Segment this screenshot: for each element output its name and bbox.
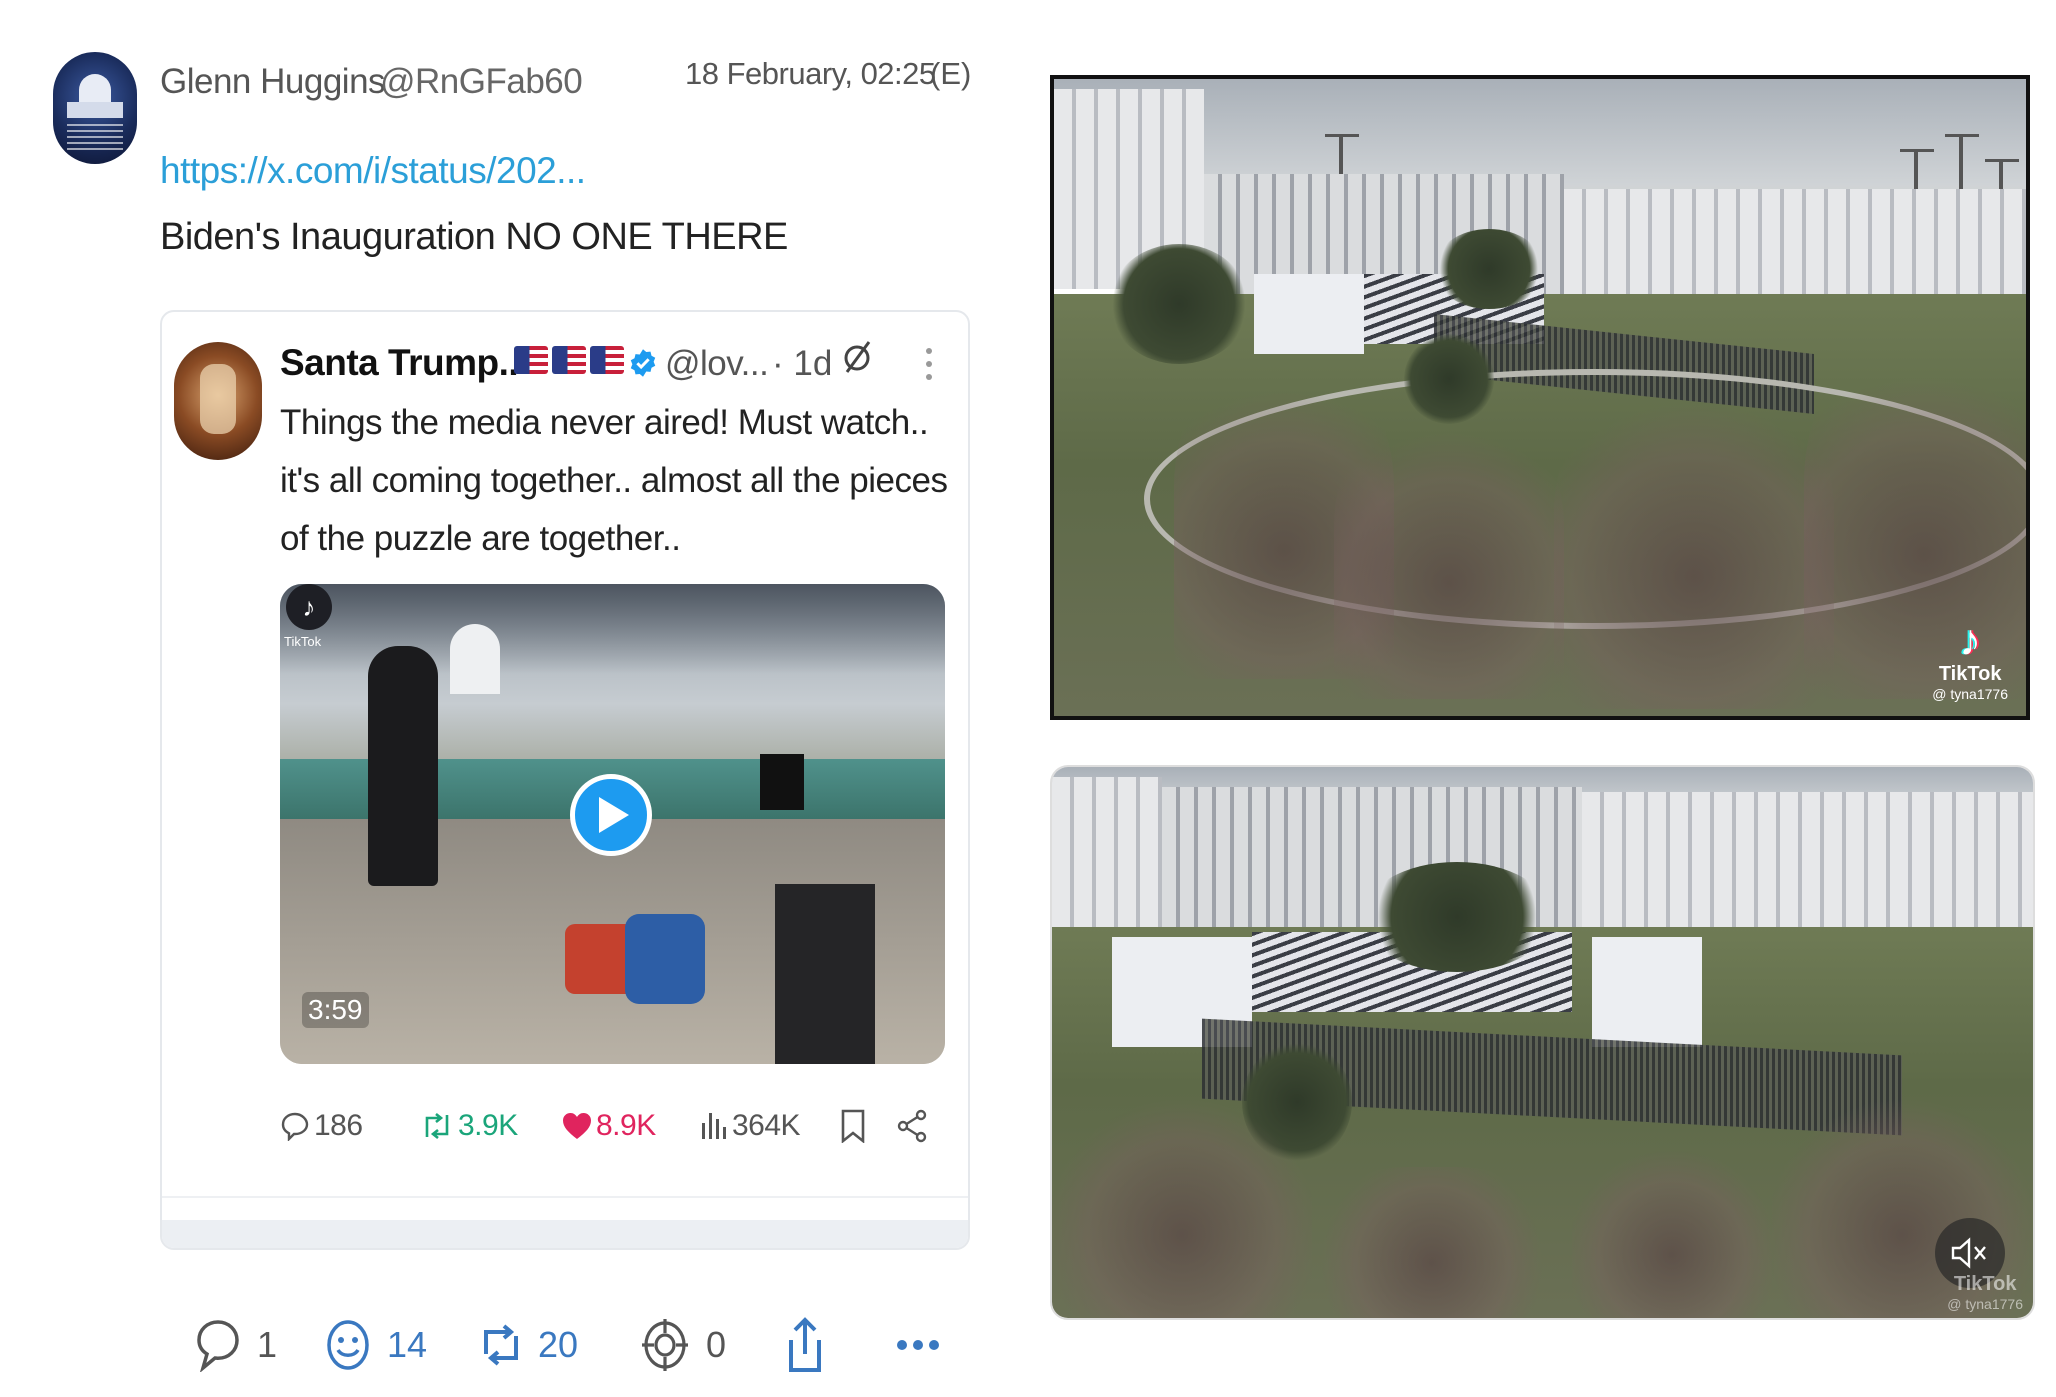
author-handle[interactable]: @RnGFab60: [380, 62, 583, 102]
embedded-video[interactable]: ♪ TikTok 3:59: [280, 584, 945, 1064]
views-icon: [702, 1113, 726, 1139]
inauguration-photo-top: ♪ TikTok @ tyna1776: [1050, 75, 2030, 720]
inauguration-photo-bottom: TikTok @ tyna1776: [1050, 765, 2035, 1320]
bare-tree: [1312, 1167, 1552, 1318]
more-dots-icon: [897, 1340, 939, 1350]
embedded-author-avatar[interactable]: [174, 342, 262, 460]
verified-badge-icon: [630, 349, 656, 377]
bare-tree: [1554, 379, 1834, 709]
reaction-count: 14: [387, 1324, 428, 1365]
watermark-brand: TikTok: [1953, 1273, 2017, 1295]
edited-flag: (E): [930, 56, 972, 91]
office-buildings: [1582, 792, 2033, 942]
embedded-tweet-text: Things the media never aired! Must watch…: [280, 403, 948, 558]
embedded-author-name[interactable]: Santa Trump..: [280, 342, 519, 384]
repost-icon: [484, 1324, 518, 1366]
flag-emojis: [514, 346, 624, 374]
share-upload-icon: [789, 1317, 821, 1372]
watermark-user: @ tyna1776: [1932, 686, 2008, 702]
mute-icon: [1951, 1237, 1986, 1269]
target-icon: [642, 1319, 688, 1371]
video-equipment-case: [775, 884, 875, 1064]
stage-platform: [1254, 274, 1364, 354]
more-options-icon[interactable]: [924, 346, 934, 382]
tree: [1109, 244, 1249, 364]
tree: [1362, 862, 1552, 972]
smiley-icon: [327, 1320, 369, 1370]
like-button[interactable]: 8.9K: [562, 1104, 656, 1148]
post: Glenn Huggins @RnGFab60 18 February, 02:…: [45, 40, 975, 1380]
bookmark-button[interactable]: [840, 1104, 870, 1148]
tiktok-watermark: TikTok @ tyna1776: [1947, 1273, 2023, 1312]
embedded-tweet-age: · 1d: [772, 344, 833, 383]
more-button[interactable]: [895, 1310, 941, 1380]
reply-count: 186: [314, 1109, 363, 1142]
tree: [1434, 229, 1544, 309]
capitol-base-graphic: [67, 102, 123, 118]
repost-post-button[interactable]: 20: [480, 1310, 578, 1380]
video-watermark-brand: TikTok: [284, 634, 322, 649]
video-capitol-dome: [450, 624, 500, 694]
tiktok-logo-icon: ♪: [286, 584, 332, 630]
comment-icon: [197, 1320, 239, 1372]
target-count: 0: [706, 1324, 727, 1365]
us-flag-icon: [552, 346, 586, 374]
watermark-brand: TikTok: [1938, 663, 2002, 685]
post-text: Biden's Inauguration NO ONE THERE: [160, 216, 788, 258]
react-button[interactable]: 14: [325, 1310, 427, 1380]
author-name[interactable]: Glenn Huggins: [160, 62, 386, 102]
repost-icon: [425, 1112, 449, 1140]
play-button[interactable]: [570, 774, 652, 856]
embedded-tweet-card[interactable]: Santa Trump.. @lov... · 1d Things the me…: [160, 310, 970, 1250]
repost-count: 3.9K: [458, 1109, 518, 1142]
bare-tree: [1572, 1147, 1772, 1318]
post-timestamp: 18 February, 02:25: [685, 56, 936, 91]
post-link[interactable]: https://x.com/i/status/202...: [160, 150, 586, 192]
card-divider: [162, 1196, 968, 1198]
grok-icon[interactable]: [837, 338, 877, 378]
avatar-caption-graphic: [67, 124, 123, 150]
bare-tree: [1334, 409, 1564, 699]
us-flag-icon: [590, 346, 624, 374]
like-count: 8.9K: [596, 1109, 656, 1142]
post-repost-count: 20: [538, 1324, 579, 1365]
comment-count: 1: [257, 1324, 278, 1365]
avatar-figure-graphic: [200, 364, 236, 434]
side-tent: [1592, 937, 1702, 1047]
video-equipment-blue: [625, 914, 705, 1004]
us-flag-icon: [514, 346, 548, 374]
tiktok-watermark: ♪ TikTok @ tyna1776: [1932, 616, 2008, 703]
video-person: [368, 646, 438, 886]
embedded-author-handle[interactable]: @lov...: [665, 344, 769, 384]
bare-tree: [1052, 1097, 1312, 1318]
share-icon: [897, 1109, 927, 1143]
tiktok-note-icon: ♪: [1959, 616, 1982, 665]
bookmark-icon: [841, 1109, 865, 1143]
play-icon: [599, 797, 629, 833]
author-avatar[interactable]: [53, 52, 137, 164]
comment-button[interactable]: 1: [195, 1310, 277, 1380]
video-duration: 3:59: [302, 992, 369, 1028]
share-button[interactable]: [896, 1104, 932, 1148]
views-count: 364K: [732, 1109, 801, 1142]
watermark-user: @ tyna1776: [1947, 1296, 2023, 1312]
reply-icon: [281, 1112, 309, 1141]
capitol-building: [1052, 777, 1162, 927]
views-button[interactable]: 364K: [700, 1104, 801, 1148]
share-post-button[interactable]: [785, 1310, 825, 1380]
capitol-dome-graphic: [79, 74, 111, 104]
office-buildings: [1564, 189, 2026, 309]
reply-button[interactable]: 186: [280, 1104, 363, 1148]
embedded-tweet-actions: 186 3.9K 8.9K 364K: [280, 1104, 950, 1148]
card-footer-bar: [162, 1220, 968, 1248]
video-light-stand: [760, 754, 804, 810]
target-button[interactable]: 0: [640, 1310, 726, 1380]
repost-button[interactable]: 3.9K: [420, 1104, 518, 1148]
heart-icon: [563, 1113, 591, 1139]
post-actions: 1 14 20 0: [195, 1310, 995, 1380]
